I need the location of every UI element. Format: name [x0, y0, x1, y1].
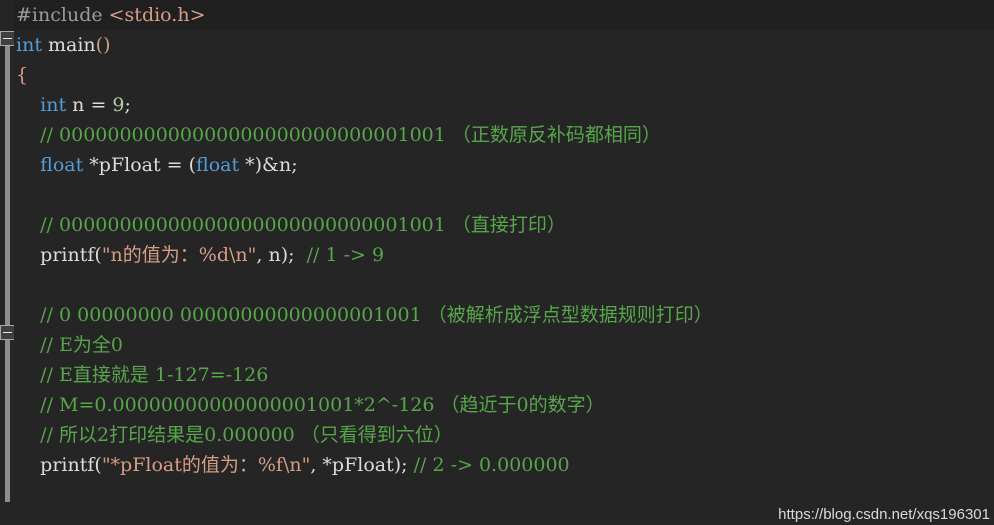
line-printf-n-token-3: , n);	[256, 244, 307, 266]
line-float-cast-token-4: *)&n;	[239, 154, 298, 176]
line-printf-pfloat-token-3: , *pFloat);	[310, 454, 414, 476]
line-printf-n-token-4: // 1 -> 9	[306, 244, 385, 266]
line-include[interactable]: #include <stdio.h>	[14, 0, 994, 30]
line-int-main-token-0: int	[16, 34, 42, 56]
line-include-token-0: #include	[16, 4, 109, 26]
line-comment-ieee-token-1: // 0 00000000 00000000000000001001 （被解析成…	[40, 304, 713, 326]
line-printf-pfloat-token-2: "*pFloat的值为：%f\n"	[101, 454, 311, 476]
line-comment-m-value-token-0	[16, 394, 40, 416]
fold-marker-main[interactable]	[0, 31, 15, 46]
line-comment-result[interactable]: // 所以2打印结果是0.000000 （只看得到六位）	[14, 420, 994, 450]
editor-gutter[interactable]	[0, 0, 15, 525]
line-float-cast-token-2: *pFloat = (	[83, 154, 197, 176]
line-comment-binary-2-token-0	[16, 214, 40, 236]
line-comment-result-token-0	[16, 424, 40, 446]
line-comment-m-value-token-1: // M=0.00000000000000001001*2^-126 （趋近于0…	[40, 394, 605, 416]
watermark-url: https://blog.csdn.net/xqs196301	[778, 506, 990, 523]
line-printf-pfloat[interactable]: printf("*pFloat的值为：%f\n", *pFloat); // 2…	[14, 450, 994, 480]
line-comment-binary-1-token-0	[16, 124, 40, 146]
line-int-n-token-0	[16, 94, 40, 116]
line-int-main-token-1: main	[41, 34, 96, 56]
line-printf-pfloat-token-4: // 2 -> 0.000000	[413, 454, 570, 476]
code-area[interactable]: #include <stdio.h> int main(){ int n = 9;…	[14, 0, 994, 525]
line-printf-n-token-2: "n的值为：%d\n"	[101, 244, 257, 266]
line-comment-binary-2[interactable]: // 00000000000000000000000000001001 （直接打…	[14, 210, 994, 240]
line-comment-m-value[interactable]: // M=0.00000000000000001001*2^-126 （趋近于0…	[14, 390, 994, 420]
line-int-n[interactable]: int n = 9;	[14, 90, 994, 120]
line-blank-2-token-0	[16, 274, 22, 296]
line-comment-e-value[interactable]: // E直接就是 1-127=-126	[14, 360, 994, 390]
line-comment-e-value-token-0	[16, 364, 40, 386]
code-editor-window: #include <stdio.h> int main(){ int n = 9;…	[0, 0, 994, 525]
line-comment-binary-1[interactable]: // 00000000000000000000000000001001 （正数原…	[14, 120, 994, 150]
line-float-cast-token-1: float	[40, 154, 84, 176]
line-comment-e-value-token-1: // E直接就是 1-127=-126	[40, 364, 269, 386]
line-comment-e-zero-token-1: // E为全0	[40, 334, 123, 356]
line-include-token-1: <stdio.h>	[108, 4, 206, 26]
line-open-brace-token-0: {	[16, 64, 29, 86]
line-comment-e-zero-token-0	[16, 334, 40, 356]
line-float-cast[interactable]: float *pFloat = (float *)&n;	[14, 150, 994, 180]
line-printf-n[interactable]: printf("n的值为：%d\n", n); // 1 -> 9	[14, 240, 994, 270]
line-float-cast-token-3: float	[196, 154, 240, 176]
line-int-n-token-4: ;	[124, 94, 131, 116]
line-int-n-token-3: 9	[112, 94, 125, 116]
line-comment-binary-2-token-1: // 00000000000000000000000000001001 （直接打…	[40, 214, 566, 236]
line-blank-2[interactable]	[14, 270, 994, 300]
line-int-n-token-1: int	[40, 94, 67, 116]
line-comment-e-zero[interactable]: // E为全0	[14, 330, 994, 360]
line-open-brace[interactable]: {	[14, 60, 994, 90]
line-int-main[interactable]: int main()	[14, 30, 994, 60]
line-printf-n-token-1: printf(	[40, 244, 102, 266]
line-int-main-token-2: ()	[95, 34, 111, 56]
line-float-cast-token-0	[16, 154, 40, 176]
line-int-n-token-2: n =	[66, 94, 113, 116]
line-printf-pfloat-token-1: printf(	[40, 454, 102, 476]
line-comment-binary-1-token-1: // 00000000000000000000000000001001 （正数原…	[40, 124, 661, 146]
line-printf-pfloat-token-0	[16, 454, 40, 476]
line-blank-1[interactable]	[14, 180, 994, 210]
line-comment-ieee-token-0	[16, 304, 40, 326]
fold-marker-block[interactable]	[0, 325, 15, 340]
line-comment-ieee[interactable]: // 0 00000000 00000000000000001001 （被解析成…	[14, 300, 994, 330]
line-blank-1-token-0	[16, 184, 22, 206]
fold-guide-bar	[5, 33, 10, 502]
line-printf-n-token-0	[16, 244, 40, 266]
line-comment-result-token-1: // 所以2打印结果是0.000000 （只看得到六位）	[40, 424, 453, 446]
